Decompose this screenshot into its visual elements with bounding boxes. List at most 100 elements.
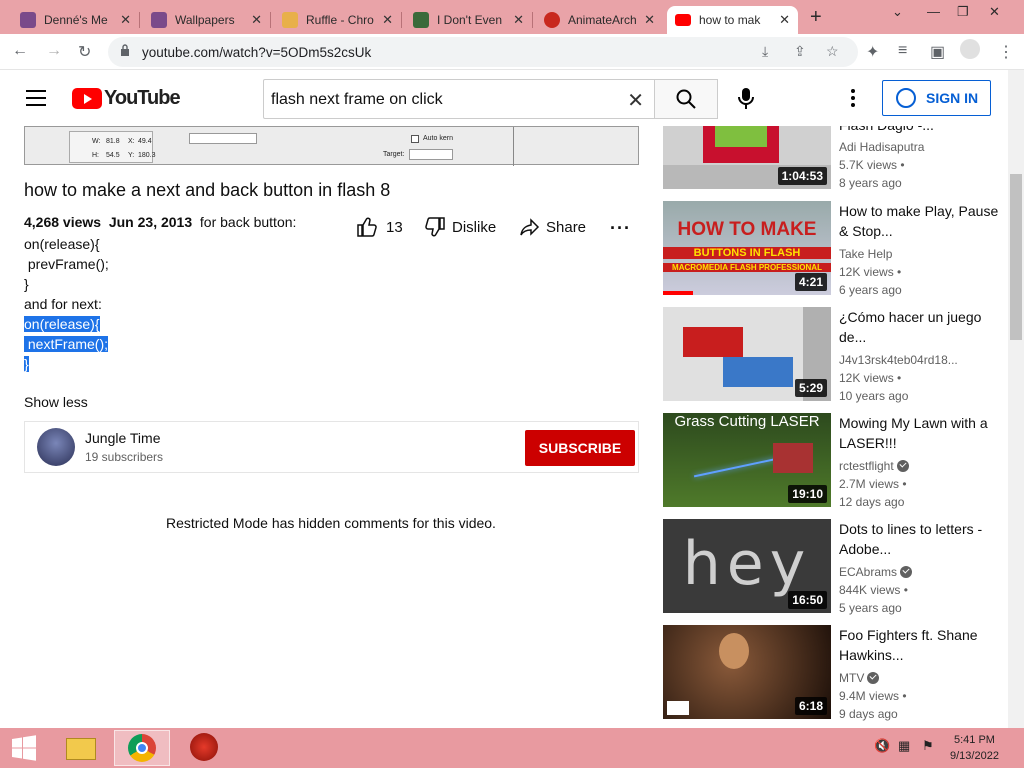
video-meta: 4,268 views Jun 23, 2013 for back button…: [24, 214, 296, 230]
video-title: how to make a next and back button in fl…: [24, 180, 391, 200]
rec-views: 9.4M views •: [839, 689, 907, 703]
address-bar[interactable]: youtube.com/watch?v=5ODm5s2csUk ⤓ ⇪ ☆: [108, 37, 858, 67]
rec-age: 5 years ago: [839, 601, 902, 615]
video-player-frame[interactable]: W: 81.8 X: 49.4 H: 54.5 Y: 180.3 Auto ke…: [24, 126, 639, 166]
search-button[interactable]: [655, 79, 718, 119]
chrome-taskbar-button[interactable]: [114, 730, 170, 766]
recommended-video[interactable]: 5:29 ¿Cómo hacer un juego de... J4v13rsk…: [663, 307, 1003, 403]
install-icon[interactable]: ⤓: [762, 43, 768, 60]
youtube-logo[interactable]: YouTube: [72, 87, 181, 110]
rec-channel[interactable]: ECAbrams: [839, 565, 913, 579]
rec-title[interactable]: Dots to lines to letters - Adobe...: [839, 519, 999, 559]
forward-icon[interactable]: →: [46, 42, 62, 60]
duration-badge: 1:04:53: [777, 167, 827, 185]
duration-badge: 5:29: [794, 379, 827, 397]
restricted-mode-notice: Restricted Mode has hidden comments for …: [166, 515, 496, 531]
channel-avatar[interactable]: [37, 428, 75, 466]
reload-icon[interactable]: ↻: [78, 42, 91, 62]
scratch-icon: [151, 12, 167, 28]
restore-icon[interactable]: ❐: [957, 4, 969, 20]
video-thumbnail[interactable]: Grass Cutting LASER 19:10: [663, 413, 831, 507]
channel-name[interactable]: Jungle Time: [85, 430, 160, 446]
selected-text: on(release){: [24, 316, 100, 332]
duration-badge: 16:50: [788, 591, 827, 609]
rec-channel[interactable]: Take Help: [839, 247, 892, 261]
close-tab-icon[interactable]: ✕: [120, 12, 131, 28]
search-input[interactable]: flash next frame on click ✕: [263, 79, 655, 119]
system-clock[interactable]: 5:41 PM 9/13/2022: [950, 732, 999, 764]
chrome-menu-icon[interactable]: ⋮: [998, 42, 1014, 62]
browser-tab-strip: Denné's Me ✕ Wallpapers ✕ Ruffle - Chro …: [0, 0, 1024, 34]
back-icon[interactable]: ←: [12, 42, 28, 60]
flash-taskbar-button[interactable]: [177, 730, 233, 766]
rec-title[interactable]: How to make Play, Pause & Stop...: [839, 201, 999, 241]
channel-card: Jungle Time 19 subscribers SUBSCRIBE: [24, 421, 639, 473]
duration-badge: 4:21: [794, 273, 827, 291]
file-explorer-button[interactable]: [56, 730, 112, 766]
windows-taskbar: 🔇 ▦ ⚑ 5:41 PM 9/13/2022: [0, 728, 1024, 768]
watch-progress-bar: [663, 291, 693, 295]
lock-icon: [121, 44, 129, 56]
scrollbar-thumb[interactable]: [1010, 174, 1022, 340]
microphone-icon[interactable]: [738, 88, 754, 110]
rec-channel[interactable]: rctestflight: [839, 459, 909, 473]
profile-icon[interactable]: [960, 39, 980, 59]
menu-icon[interactable]: [26, 90, 46, 111]
video-thumbnail[interactable]: 6:18: [663, 625, 831, 719]
close-tab-icon[interactable]: ✕: [644, 12, 655, 28]
close-tab-icon[interactable]: ✕: [382, 12, 393, 28]
clear-search-icon[interactable]: ✕: [627, 88, 644, 113]
sign-in-button[interactable]: SIGN IN: [882, 80, 991, 116]
recommended-video[interactable]: 6:18 Foo Fighters ft. Shane Hawkins... M…: [663, 625, 1003, 721]
video-thumbnail[interactable]: 5:29: [663, 307, 831, 401]
bookmark-star-icon[interactable]: ☆: [826, 43, 839, 60]
browser-tab[interactable]: Ruffle - Chro ✕: [274, 6, 402, 34]
flash-dropdown: [189, 133, 257, 144]
browser-tab[interactable]: Wallpapers ✕: [143, 6, 271, 34]
rec-title[interactable]: Mowing My Lawn with a LASER!!!: [839, 413, 999, 453]
recommended-video[interactable]: HOW TO MAKE BUTTONS IN FLASH MACROMEDIA …: [663, 201, 1003, 297]
extensions-icon[interactable]: ✦: [866, 42, 879, 62]
selected-text: }: [24, 356, 29, 372]
rec-title[interactable]: ¿Cómo hacer un juego de...: [839, 307, 999, 347]
browser-tab[interactable]: I Don't Even ✕: [405, 6, 533, 34]
scratch-icon: [20, 12, 36, 28]
settings-kebab-icon[interactable]: [851, 89, 855, 110]
chrome-icon: [128, 734, 156, 762]
share-button[interactable]: Share: [518, 216, 586, 238]
new-tab-button[interactable]: +: [810, 6, 822, 29]
minimize-icon[interactable]: —: [927, 4, 940, 19]
network-icon[interactable]: ▦: [898, 738, 910, 754]
video-thumbnail[interactable]: hey 16:50: [663, 519, 831, 613]
thumbs-up-icon: [357, 217, 377, 237]
subscribe-button[interactable]: SUBSCRIBE: [525, 430, 635, 466]
recommended-video[interactable]: hey 16:50 Dots to lines to letters - Ado…: [663, 519, 1003, 615]
media-icon[interactable]: ≡: [898, 42, 907, 60]
page-scrollbar[interactable]: [1008, 70, 1024, 728]
duration-badge: 19:10: [788, 485, 827, 503]
video-thumbnail[interactable]: HOW TO MAKE BUTTONS IN FLASH MACROMEDIA …: [663, 201, 831, 295]
action-center-icon[interactable]: ⚑: [922, 738, 934, 754]
browser-tab-active[interactable]: how to mak ✕: [667, 6, 798, 34]
rec-channel[interactable]: MTV: [839, 671, 880, 685]
rec-title[interactable]: Foo Fighters ft. Shane Hawkins...: [839, 625, 999, 665]
close-tab-icon[interactable]: ✕: [779, 12, 790, 28]
browser-tab[interactable]: AnimateArch ✕: [536, 6, 663, 34]
close-window-icon[interactable]: ✕: [989, 4, 1000, 20]
browser-tab[interactable]: Denné's Me ✕: [12, 6, 140, 34]
folder-icon: [66, 738, 96, 760]
close-tab-icon[interactable]: ✕: [251, 12, 262, 28]
side-panel-icon[interactable]: ▣: [930, 42, 945, 62]
rec-channel[interactable]: J4v13rsk4teb04rd18...: [839, 353, 958, 367]
tab-search-icon[interactable]: ⌄: [892, 4, 903, 20]
close-tab-icon[interactable]: ✕: [513, 12, 524, 28]
show-less-link[interactable]: Show less: [24, 394, 88, 410]
share-icon[interactable]: ⇪: [794, 43, 806, 60]
dislike-button[interactable]: Dislike: [424, 216, 496, 238]
start-button[interactable]: [0, 730, 48, 766]
more-actions-icon[interactable]: ···: [610, 218, 631, 239]
recommended-video[interactable]: Grass Cutting LASER 19:10 Mowing My Lawn…: [663, 413, 1003, 509]
rec-channel[interactable]: Adi Hadisaputra: [839, 140, 924, 154]
volume-muted-icon[interactable]: 🔇: [874, 738, 890, 754]
like-button[interactable]: 13: [356, 216, 403, 238]
